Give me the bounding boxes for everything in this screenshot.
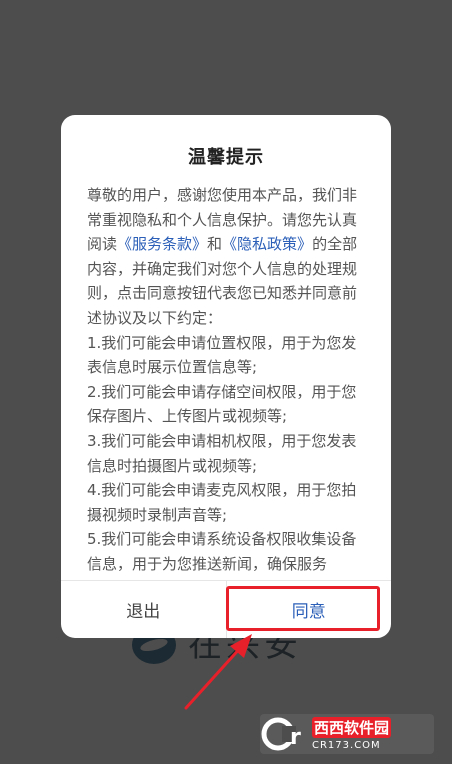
watermark: r 西西软件园 CR173.COM [260,714,434,754]
svg-text:r: r [290,725,301,750]
and-text: 和 [207,235,223,254]
dialog-intro: 尊敬的用户，感谢您使用本产品，我们非常重视隐私和个人信息保护。请您先认真阅读《服… [87,183,371,331]
terms-link[interactable]: 《服务条款》 [117,235,207,253]
permission-item: 2.我们可能会申请存储空间权限，用于您保存图片、上传图片或视频等; [87,382,357,426]
highlight-annotation-box [226,586,380,631]
dialog-title: 温馨提示 [188,147,264,168]
permission-item: 5.我们可能会申请系统设备权限收集设备信息，用于为您推送新闻，确保服务 [87,530,357,573]
watermark-text-cn: 西西软件园 [312,717,392,738]
red-arrow-icon [184,634,252,710]
permission-item: 4.我们可能会申请麦克风权限，用于您拍摄视频时录制声音等; [87,481,357,524]
privacy-dialog: 温馨提示 尊敬的用户，感谢您使用本产品，我们非常重视隐私和个人信息保护。请您先认… [61,115,391,638]
privacy-link[interactable]: 《隐私政策》 [222,235,312,253]
dialog-body[interactable]: 尊敬的用户，感谢您使用本产品，我们非常重视隐私和个人信息保护。请您先认真阅读《服… [87,183,371,581]
watermark-logo-icon: r [261,717,301,751]
watermark-text-en: CR173.COM [312,740,381,751]
permission-item: 1.我们可能会申请位置权限，用于为您发表信息时展示位置信息等; [87,333,357,377]
permission-item: 3.我们可能会申请相机权限，用于您发表信息时拍摄图片或视频等; [87,431,357,475]
